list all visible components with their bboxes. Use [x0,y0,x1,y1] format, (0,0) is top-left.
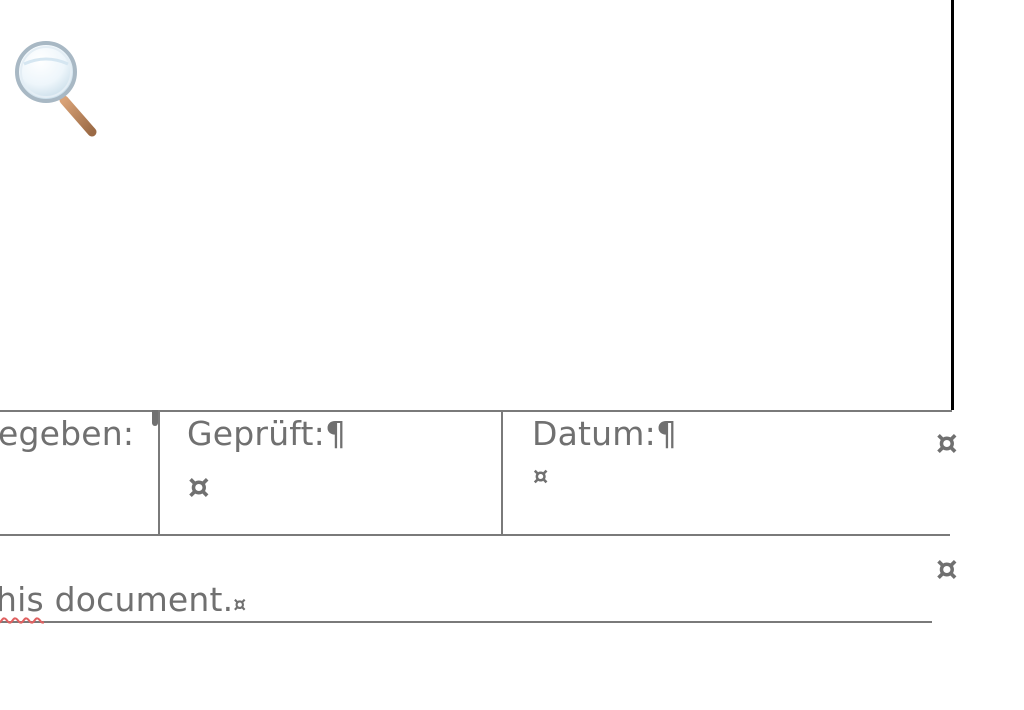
table-column-divider-1 [158,410,160,535]
misspelled-word[interactable]: his [0,580,44,619]
document-page: egeben: Geprüft:¶ ¤ Datum:¶ ¤ ¤ ¤ his do… [0,0,1024,710]
cell-end-mark: ¤ [233,592,247,616]
magnifier-icon-graphic [15,41,97,137]
table-cell-2[interactable]: Geprüft:¶ [187,414,346,454]
table-cell-3[interactable]: Datum:¶ [532,414,677,454]
page-margin-edge [951,0,954,410]
table-cell-1-label[interactable]: egeben: [0,414,134,454]
footer-text[interactable]: his document.¤ [0,580,246,624]
paragraph-mark: ¶ [325,414,347,453]
paragraph-mark: ¶ [655,414,678,453]
cell-marker [152,410,158,426]
cell-end-mark: ¤ [188,467,210,507]
row-end-mark: ¤ [936,549,958,589]
magnifier-icon[interactable] [10,38,106,142]
cell-end-mark: ¤ [533,462,549,490]
footer-text-rest: document. [43,580,234,619]
table-column-divider-2 [501,410,503,535]
table-row-divider [0,534,950,536]
table-cell-2-label: Geprüft: [187,414,325,453]
row-end-mark: ¤ [936,423,958,463]
table-top-border [0,410,952,412]
table-cell-3-label: Datum: [532,414,656,453]
